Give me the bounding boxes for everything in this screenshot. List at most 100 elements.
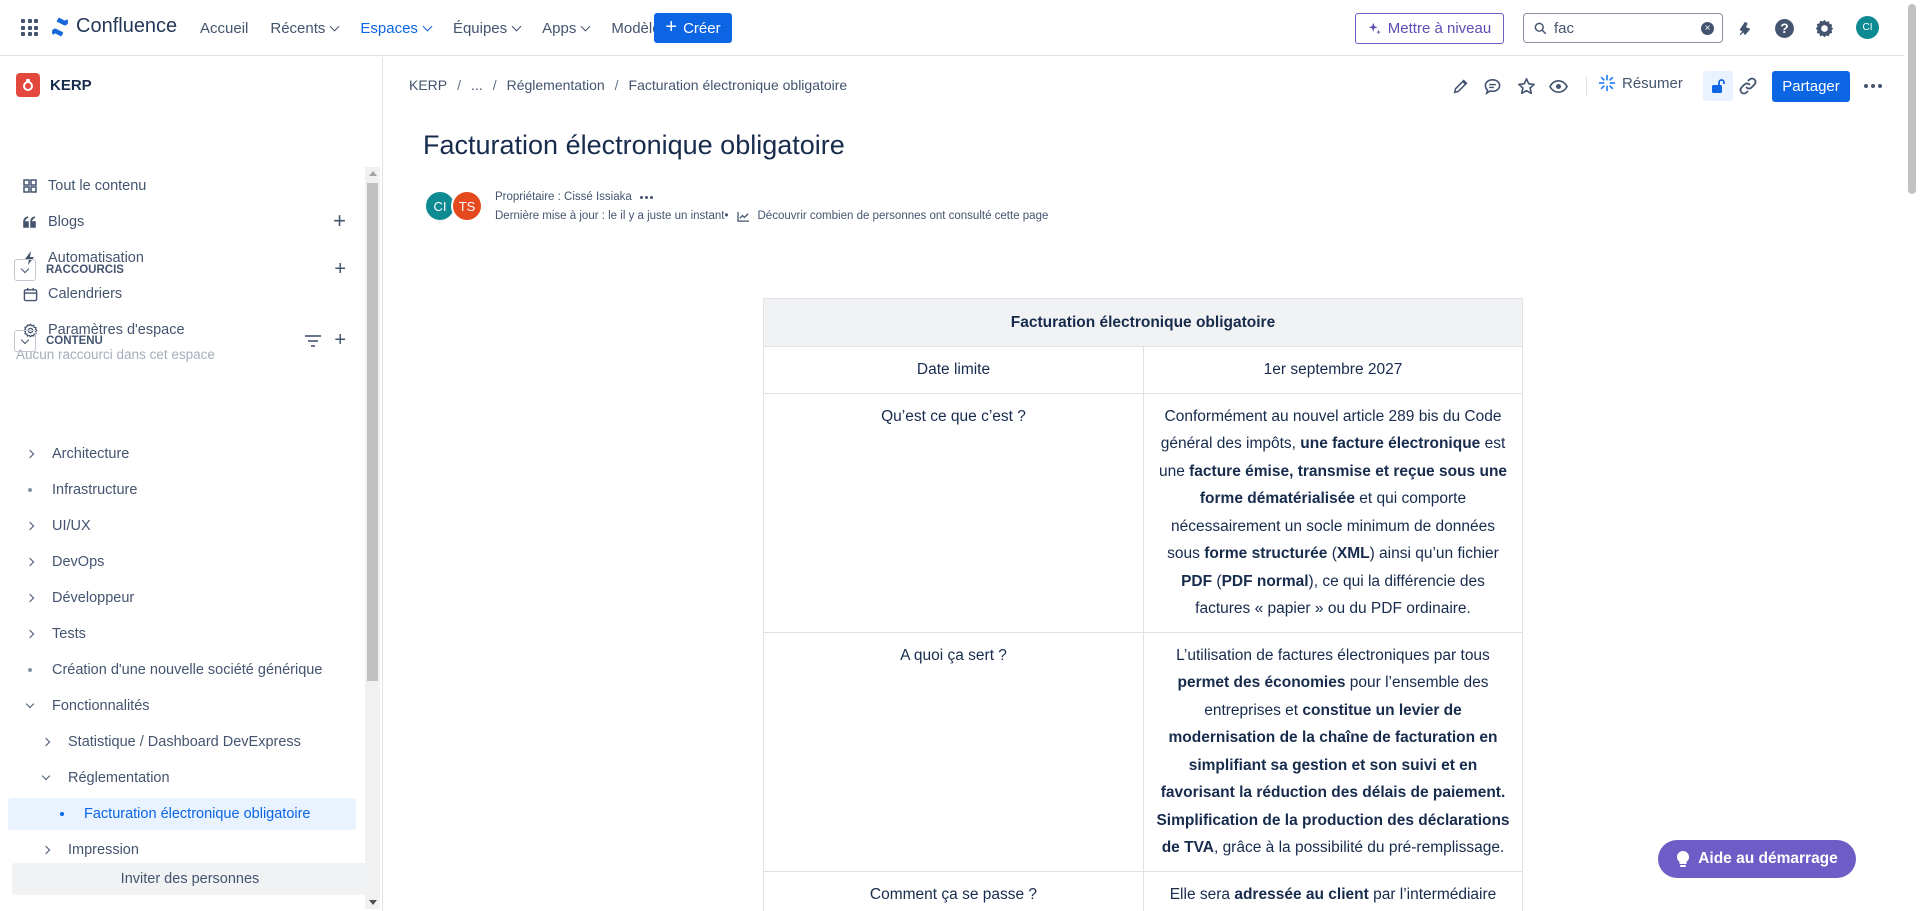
upgrade-button[interactable]: Mettre à niveau (1355, 13, 1504, 44)
shortcuts-section-header[interactable]: RACCOURCIS + (14, 258, 356, 282)
content-section-header[interactable]: CONTENU + (14, 329, 356, 353)
settings-icon[interactable] (1812, 16, 1836, 40)
bold-text: PDF (1181, 572, 1213, 590)
page-owner: Propriétaire : Cissé Issiaka (495, 191, 653, 203)
analytics-icon (736, 211, 749, 222)
tree-item-infrastructure[interactable]: Infrastructure (22, 474, 356, 506)
upgrade-button-label: Mettre à niveau (1387, 20, 1492, 37)
chevron-down-icon[interactable] (22, 698, 38, 714)
breadcrumb-separator: / (492, 77, 497, 93)
lightbulb-icon (1677, 850, 1690, 867)
nav-accueil[interactable]: Accueil (200, 20, 248, 37)
chevron-right-icon[interactable] (22, 518, 38, 534)
chevron-down-icon (329, 21, 340, 31)
user-avatar-initials: CI (1862, 22, 1873, 33)
bold-text: XML (1336, 545, 1370, 562)
help-icon[interactable]: ? (1772, 16, 1796, 40)
content-collapse-icon[interactable] (14, 330, 36, 352)
nav-label: Récents (270, 19, 326, 37)
bullet-icon (22, 662, 38, 678)
sidebar-item-blogs[interactable]: Blogs + (8, 206, 356, 238)
actions-divider (1586, 76, 1587, 96)
page-scroll-thumb[interactable] (1908, 4, 1916, 194)
sidebar-item-tout-le-contenu[interactable]: Tout le contenu (8, 170, 356, 202)
breadcrumb-separator: / (614, 77, 619, 93)
text-segment: 1er septembre 2027 (1263, 361, 1403, 378)
copy-link-icon[interactable] (1736, 74, 1760, 98)
analytics-link[interactable]: Découvrir combien de personnes ont consu… (758, 210, 1049, 222)
getting-started-button[interactable]: Aide au démarrage (1658, 840, 1856, 878)
watch-icon[interactable] (1546, 74, 1570, 98)
shortcuts-collapse-icon[interactable] (14, 259, 36, 281)
row-label: A quoi ça sert ? (763, 631, 1144, 872)
notifications-icon[interactable] (1733, 16, 1757, 40)
add-icon[interactable]: + (333, 210, 346, 232)
chevron-right-icon[interactable] (22, 554, 38, 570)
tree-item-impression[interactable]: Impression (38, 834, 356, 866)
edit-icon[interactable] (1449, 74, 1473, 98)
tree-item-label: Fonctionnalités (52, 698, 150, 714)
tree-item-architecture[interactable]: Architecture (22, 438, 356, 470)
row-value: Conformément au nouvel article 289 bis d… (1143, 392, 1523, 633)
sidebar-scrollbar[interactable] (365, 167, 380, 909)
comment-icon[interactable] (1480, 74, 1504, 98)
chevron-down-icon[interactable] (38, 770, 54, 786)
invite-people-button[interactable]: Inviter des personnes (12, 863, 368, 895)
breadcrumb-item[interactable]: ... (471, 77, 483, 93)
tree-item-tests[interactable]: Tests (22, 618, 356, 650)
owner-more-icon[interactable] (639, 195, 653, 199)
user-avatar[interactable]: CI (1856, 16, 1879, 39)
tree-item-ui-ux[interactable]: UI/UX (22, 510, 356, 542)
tree-item-developpeur[interactable]: Développeur (22, 582, 356, 614)
top-navigation: Confluence Accueil Récents Espaces Équipes A… (0, 0, 1920, 56)
page-scrollbar[interactable] (1904, 0, 1920, 911)
quote-icon (18, 210, 42, 234)
sidebar-item-calendriers[interactable]: Calendriers (8, 278, 356, 310)
add-content-icon[interactable]: + (334, 329, 346, 352)
tree-item-label: Statistique / Dashboard DevExpress (68, 734, 301, 750)
share-button[interactable]: Partager (1772, 71, 1850, 102)
chevron-right-icon[interactable] (38, 842, 54, 858)
row-value: L’utilisation de factures électroniques … (1143, 631, 1523, 872)
nav-apps[interactable]: Apps (542, 20, 591, 37)
tree-item-devops[interactable]: DevOps (22, 546, 356, 578)
table-row: Comment ça se passe ? Elle sera adressée … (763, 870, 1523, 911)
tree-item-label: Facturation électronique obligatoire (84, 806, 311, 822)
chevron-right-icon[interactable] (38, 734, 54, 750)
sidebar-scroll-thumb[interactable] (367, 183, 378, 681)
tree-item-label: Infrastructure (52, 482, 138, 498)
tree-item-facturation-electronique-obligatoire[interactable]: Facturation électronique obligatoire (8, 798, 356, 830)
chevron-right-icon[interactable] (22, 446, 38, 462)
summarize-button[interactable]: Résumer (1598, 74, 1683, 92)
create-button[interactable]: + Créer (654, 13, 732, 43)
nav-equipes[interactable]: Équipes (453, 20, 522, 37)
avatar[interactable]: TS (451, 190, 483, 222)
app-switcher-icon[interactable] (21, 19, 38, 36)
search-input[interactable]: fac × (1523, 13, 1723, 43)
chevron-right-icon[interactable] (22, 626, 38, 642)
chevron-right-icon[interactable] (22, 590, 38, 606)
breadcrumb-item[interactable]: Réglementation (507, 77, 605, 93)
invite-people-label: Inviter des personnes (120, 871, 260, 887)
tree-item-statistique-dashboard-devexpress[interactable]: Statistique / Dashboard DevExpress (38, 726, 356, 758)
filter-icon[interactable] (304, 334, 322, 348)
tree-item-creation-d-une-nouvelle-societe-generique[interactable]: Création d'une nouvelle société génériqu… (22, 654, 356, 686)
tree-item-reglementation[interactable]: Réglementation (38, 762, 356, 794)
scroll-down-arrow-icon[interactable] (369, 900, 377, 905)
restrictions-button[interactable] (1703, 71, 1733, 101)
nav-espaces[interactable]: Espaces (360, 20, 433, 37)
add-shortcut-icon[interactable]: + (334, 258, 346, 281)
nav-recents[interactable]: Récents (270, 19, 340, 37)
text-segment: ( (1212, 572, 1222, 590)
more-actions-icon[interactable] (1864, 84, 1882, 88)
breadcrumb-item[interactable]: Facturation électronique obligatoire (629, 77, 848, 93)
scroll-up-arrow-icon[interactable] (369, 171, 377, 176)
confluence-logo[interactable]: Confluence (50, 15, 177, 38)
star-icon[interactable] (1514, 74, 1538, 98)
space-header[interactable]: KERP (16, 73, 92, 97)
breadcrumb-item[interactable]: KERP (409, 77, 447, 93)
last-update-text: Dernière mise à jour : le il y a juste u… (495, 210, 729, 222)
clear-search-icon[interactable]: × (1701, 22, 1714, 35)
row-label: Comment ça se passe ? (763, 870, 1144, 911)
tree-item-fonctionnalites[interactable]: Fonctionnalités (22, 690, 356, 722)
